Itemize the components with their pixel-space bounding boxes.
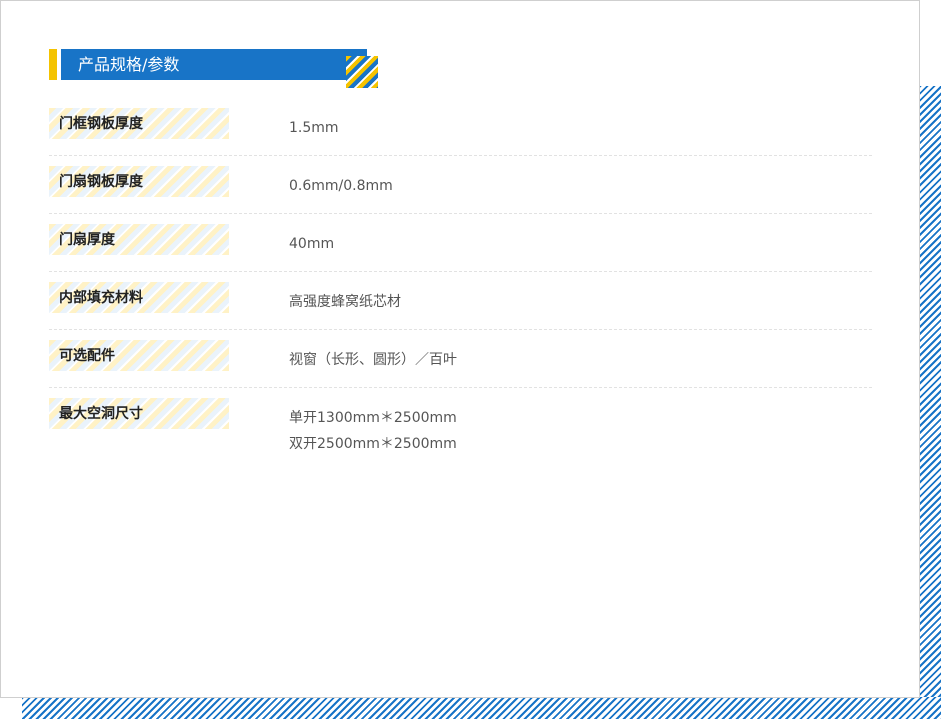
title-yellow-accent	[49, 49, 57, 80]
spec-label: 门扇厚度	[59, 232, 115, 248]
spec-value: 1.5mm	[289, 115, 849, 141]
spec-label-background: 最大空洞尺寸	[49, 398, 229, 429]
diagonal-stripe-corner-icon	[346, 56, 378, 88]
spec-row-door-thickness: 门扇厚度 40mm	[49, 224, 872, 272]
spec-value-line: 1.5mm	[289, 120, 339, 136]
spec-row-optional-accessories: 可选配件 视窗（长形、圆形）／百叶	[49, 340, 872, 388]
product-spec-page: 产品规格/参数 门框钢板厚度 1.5mm 门扇钢板厚度 0.6mm/0.8mm …	[0, 0, 941, 719]
spec-row-filling-material: 内部填充材料 高强度蜂窝纸芯材	[49, 282, 872, 330]
spec-value: 高强度蜂窝纸芯材	[289, 289, 849, 315]
spec-label-background: 门扇厚度	[49, 224, 229, 255]
spec-label-background: 门框钢板厚度	[49, 108, 229, 139]
spec-label-background: 内部填充材料	[49, 282, 229, 313]
spec-label: 内部填充材料	[59, 290, 143, 306]
spec-value-line: 高强度蜂窝纸芯材	[289, 294, 401, 310]
spec-row-frame-steel-thickness: 门框钢板厚度 1.5mm	[49, 108, 872, 156]
spec-value: 视窗（长形、圆形）／百叶	[289, 347, 849, 373]
title-blue-accent	[61, 49, 65, 80]
spec-value: 单开1300mm＊2500mm 双开2500mm＊2500mm	[289, 405, 849, 457]
spec-row-max-opening-size: 最大空洞尺寸 单开1300mm＊2500mm 双开2500mm＊2500mm	[49, 398, 872, 461]
spec-label: 门框钢板厚度	[59, 116, 143, 132]
spec-label: 门扇钢板厚度	[59, 174, 143, 190]
spec-row-door-steel-thickness: 门扇钢板厚度 0.6mm/0.8mm	[49, 166, 872, 214]
spec-value-line: 双开2500mm＊2500mm	[289, 436, 457, 452]
spec-value-line: 单开1300mm＊2500mm	[289, 410, 457, 426]
section-title: 产品规格/参数	[78, 55, 180, 74]
spec-label: 可选配件	[59, 348, 115, 364]
spec-value-line: 视窗（长形、圆形）／百叶	[289, 352, 457, 368]
right-stripe-decoration	[919, 86, 941, 719]
spec-value-line: 0.6mm/0.8mm	[289, 178, 393, 194]
spec-label-background: 可选配件	[49, 340, 229, 371]
spec-value: 0.6mm/0.8mm	[289, 173, 849, 199]
spec-label-background: 门扇钢板厚度	[49, 166, 229, 197]
spec-value-line: 40mm	[289, 236, 335, 252]
bottom-stripe-decoration	[22, 697, 941, 719]
spec-label: 最大空洞尺寸	[59, 406, 143, 422]
spec-value: 40mm	[289, 231, 849, 257]
spec-card: 产品规格/参数 门框钢板厚度 1.5mm 门扇钢板厚度 0.6mm/0.8mm …	[0, 0, 920, 698]
